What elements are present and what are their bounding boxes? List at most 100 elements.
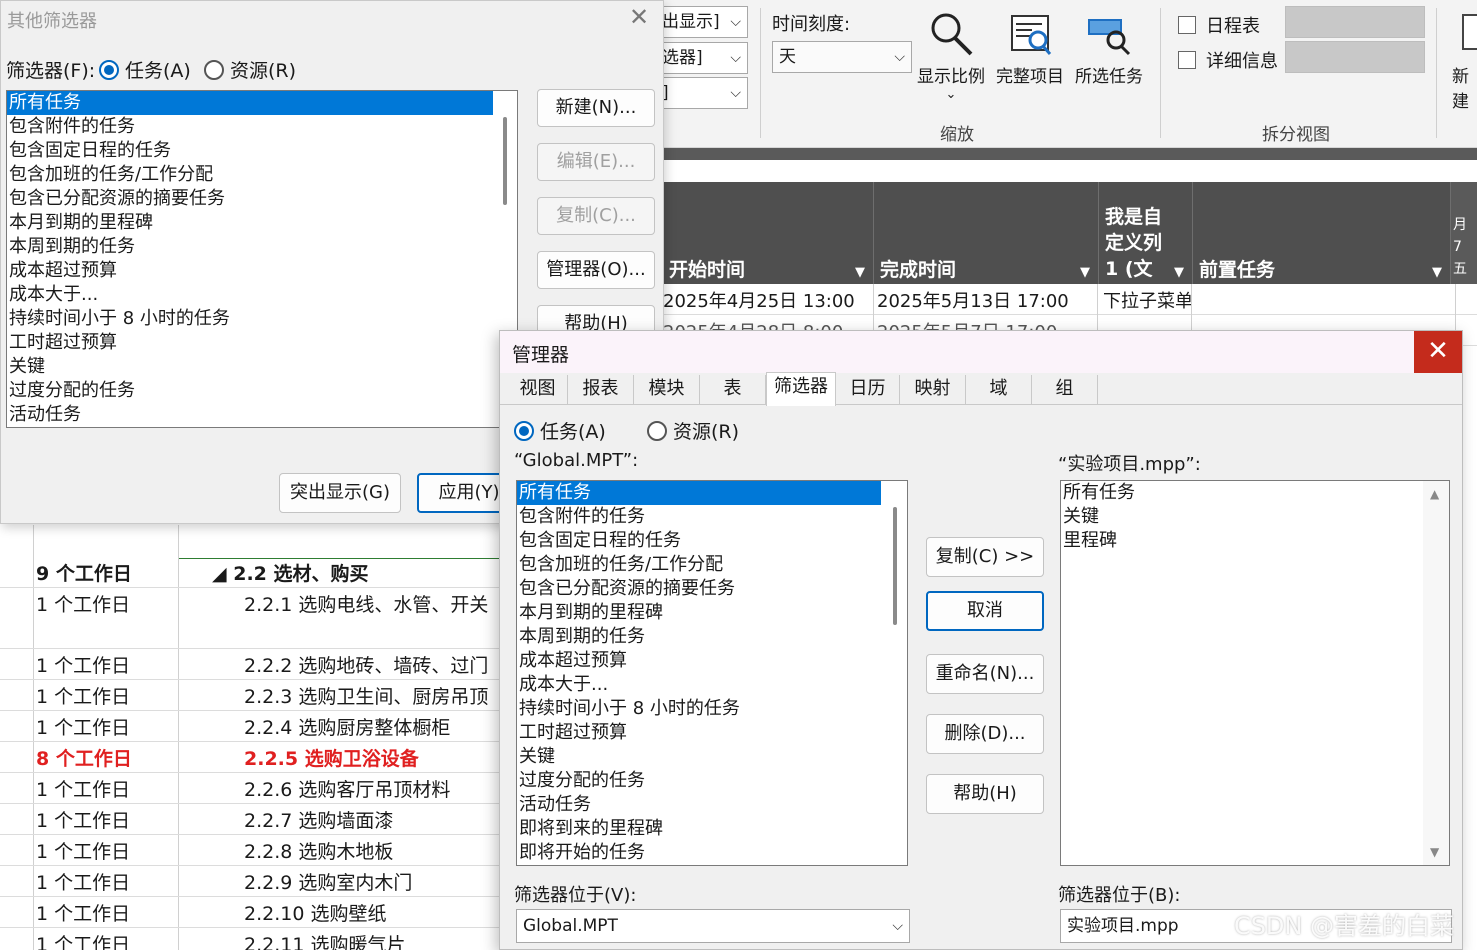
close-icon[interactable]: ✕ (1414, 331, 1462, 373)
edit-filter-button[interactable]: 编辑(E)... (537, 143, 655, 181)
new-window-label[interactable]: 新建 (1452, 62, 1477, 112)
list-item[interactable]: 本月到期的里程碑 (7, 211, 493, 235)
table-row[interactable]: 1 个工作日 2.2.6 选购客厅吊顶材料 (0, 773, 500, 804)
list-item[interactable]: 关键 (7, 355, 493, 379)
dropdown-arrow-icon[interactable]: ▼ (855, 265, 865, 280)
table-row[interactable]: 2025年4月25日 13:00 2025年5月13日 17:00 下拉子菜单 (663, 284, 1477, 315)
table-row[interactable]: 1 个工作日 2.2.1 选购电线、水管、开关 (0, 588, 500, 649)
delete-button[interactable]: 删除(D)... (926, 714, 1044, 754)
ribbon-combo-filter[interactable]: 选器] ⌵ (655, 42, 748, 74)
list-item[interactable]: 所有任务 (517, 481, 881, 505)
timeline-checkbox[interactable]: 日程表 (1178, 12, 1260, 38)
scrollbar-thumb[interactable] (503, 117, 507, 205)
list-item[interactable]: 成本大于... (517, 673, 881, 697)
header-start[interactable]: 开始时间 ▼ (663, 182, 874, 284)
header-predecessors[interactable]: 前置任务 ▼ (1193, 182, 1451, 284)
tab-reports[interactable]: 报表 (568, 375, 634, 405)
scrollbar-thumb[interactable] (893, 507, 897, 625)
organizer-button[interactable]: 管理器(O)... (537, 251, 655, 289)
scrollbar[interactable] (883, 481, 907, 865)
list-item[interactable]: 过度分配的任务 (7, 379, 493, 403)
list-item[interactable]: 持续时间小于 8 小时的任务 (517, 697, 881, 721)
global-location-select[interactable]: Global.MPT ⌵ (516, 909, 910, 943)
list-item[interactable]: 成本超过预算 (517, 649, 881, 673)
list-item[interactable]: 包含已分配资源的摘要任务 (517, 577, 881, 601)
dropdown-arrow-icon[interactable]: ▼ (1080, 265, 1090, 280)
list-item[interactable]: 成本大于... (7, 283, 493, 307)
list-item[interactable]: 包含已分配资源的摘要任务 (7, 187, 493, 211)
table-row[interactable]: 8 个工作日 2.2.5 选购卫浴设备 (0, 742, 500, 773)
table-row[interactable]: 1 个工作日 2.2.2 选购地砖、墙砖、过门 (0, 649, 500, 680)
entire-project-button[interactable]: 完整项目 (991, 10, 1069, 87)
tab-groups[interactable]: 组 (1032, 375, 1098, 405)
task-radio[interactable]: 任务(A) (99, 56, 191, 83)
list-item[interactable]: 所有任务 (7, 91, 493, 115)
list-item[interactable]: 本月到期的里程碑 (517, 601, 881, 625)
filter-list[interactable]: 所有任务 包含附件的任务 包含固定日程的任务 包含加班的任务/工作分配 包含已分配资源的… (6, 90, 518, 428)
tab-fields[interactable]: 域 (966, 375, 1032, 405)
list-item[interactable]: 成本超过预算 (7, 259, 493, 283)
entire-project-label: 完整项目 (996, 67, 1064, 87)
list-item[interactable]: 即将到来的里程碑 (517, 817, 881, 841)
list-item[interactable]: 工时超过预算 (517, 721, 881, 745)
list-item[interactable]: 包含加班的任务/工作分配 (7, 163, 493, 187)
header-finish[interactable]: 完成时间 ▼ (874, 182, 1099, 284)
help-button[interactable]: 帮助(H) (926, 774, 1044, 814)
scroll-up-icon[interactable]: ▲ (1430, 487, 1439, 501)
close-icon[interactable]: ✕ (629, 3, 649, 31)
project-filter-list[interactable]: 所有任务 关键 里程碑 ▲ ▼ (1060, 480, 1450, 866)
tab-filters[interactable]: 筛选器 (766, 372, 836, 406)
list-item[interactable]: 关键 (1061, 505, 1421, 529)
dropdown-arrow-icon[interactable]: ▼ (1432, 265, 1442, 280)
global-filter-list[interactable]: 所有任务 包含附件的任务 包含固定日程的任务 包含加班的任务/工作分配 包含已分配资源的… (516, 480, 908, 866)
table-row[interactable]: 1 个工作日 2.2.4 选购厨房整体橱柜 (0, 711, 500, 742)
rename-button[interactable]: 重命名(N)... (926, 654, 1044, 694)
tab-modules[interactable]: 模块 (634, 375, 700, 405)
ribbon-combo-highlight[interactable]: 出显示] ⌵ (655, 6, 748, 38)
list-item[interactable]: 关键 (517, 745, 881, 769)
list-item[interactable]: 包含加班的任务/工作分配 (517, 553, 881, 577)
scrollbar[interactable]: ▲ ▼ (1423, 481, 1449, 865)
list-item[interactable]: 活动任务 (517, 793, 881, 817)
resource-radio[interactable]: 资源(R) (647, 417, 739, 444)
tab-calendars[interactable]: 日历 (836, 375, 900, 405)
list-item[interactable]: 包含附件的任务 (7, 115, 493, 139)
tab-views[interactable]: 视图 (508, 375, 568, 405)
resource-radio[interactable]: 资源(R) (204, 56, 296, 83)
ribbon-combo-group[interactable]: ] ⌵ (655, 77, 748, 109)
zoom-button[interactable]: 显示比例 ⌄ (913, 10, 989, 102)
list-item[interactable]: 所有任务 (1061, 481, 1421, 505)
details-checkbox[interactable]: 详细信息 (1178, 47, 1278, 73)
timescale-select[interactable]: 天 ⌵ (772, 41, 912, 73)
header-custom[interactable]: 我是自定义列1 (文 ▼ (1099, 182, 1193, 284)
list-item[interactable]: 包含固定日程的任务 (7, 139, 493, 163)
dropdown-arrow-icon[interactable]: ▼ (1174, 265, 1184, 280)
copy-button[interactable]: 复制(C) >> (926, 537, 1044, 577)
list-item[interactable]: 工时超过预算 (7, 331, 493, 355)
list-item[interactable]: 本周到期的任务 (7, 235, 493, 259)
list-item[interactable]: 包含固定日程的任务 (517, 529, 881, 553)
tab-maps[interactable]: 映射 (900, 375, 966, 405)
list-item[interactable]: 持续时间小于 8 小时的任务 (7, 307, 493, 331)
list-item[interactable]: 过度分配的任务 (517, 769, 881, 793)
copy-filter-button[interactable]: 复制(C)... (537, 197, 655, 235)
highlight-button[interactable]: 突出显示(G) (279, 473, 401, 513)
selected-tasks-button[interactable]: 所选任务 (1071, 10, 1147, 87)
list-item[interactable]: 里程碑 (1061, 529, 1421, 553)
table-row[interactable]: 1 个工作日 2.2.3 选购卫生间、厨房吊顶 (0, 680, 500, 711)
list-item[interactable]: 即将开始的任务 (517, 841, 881, 865)
table-row[interactable]: 1 个工作日 2.2.9 选购室内木门 (0, 866, 500, 897)
cancel-button[interactable]: 取消 (926, 591, 1044, 631)
new-filter-button[interactable]: 新建(N)... (537, 89, 655, 127)
scroll-down-icon[interactable]: ▼ (1430, 845, 1439, 859)
table-row[interactable]: 1 个工作日 2.2.10 选购壁纸 (0, 897, 500, 928)
table-row[interactable]: 1 个工作日 2.2.11 选购暖气片 (0, 928, 500, 950)
list-item[interactable]: 本周到期的任务 (517, 625, 881, 649)
table-row[interactable]: 1 个工作日 2.2.7 选购墙面漆 (0, 804, 500, 835)
table-row[interactable]: 9 个工作日 ◢ 2.2 选材、购买 (0, 557, 500, 588)
tab-tables[interactable]: 表 (700, 375, 766, 405)
table-row[interactable]: 1 个工作日 2.2.8 选购木地板 (0, 835, 500, 866)
list-item[interactable]: 包含附件的任务 (517, 505, 881, 529)
list-item[interactable]: 活动任务 (7, 403, 493, 427)
task-radio[interactable]: 任务(A) (514, 417, 606, 444)
